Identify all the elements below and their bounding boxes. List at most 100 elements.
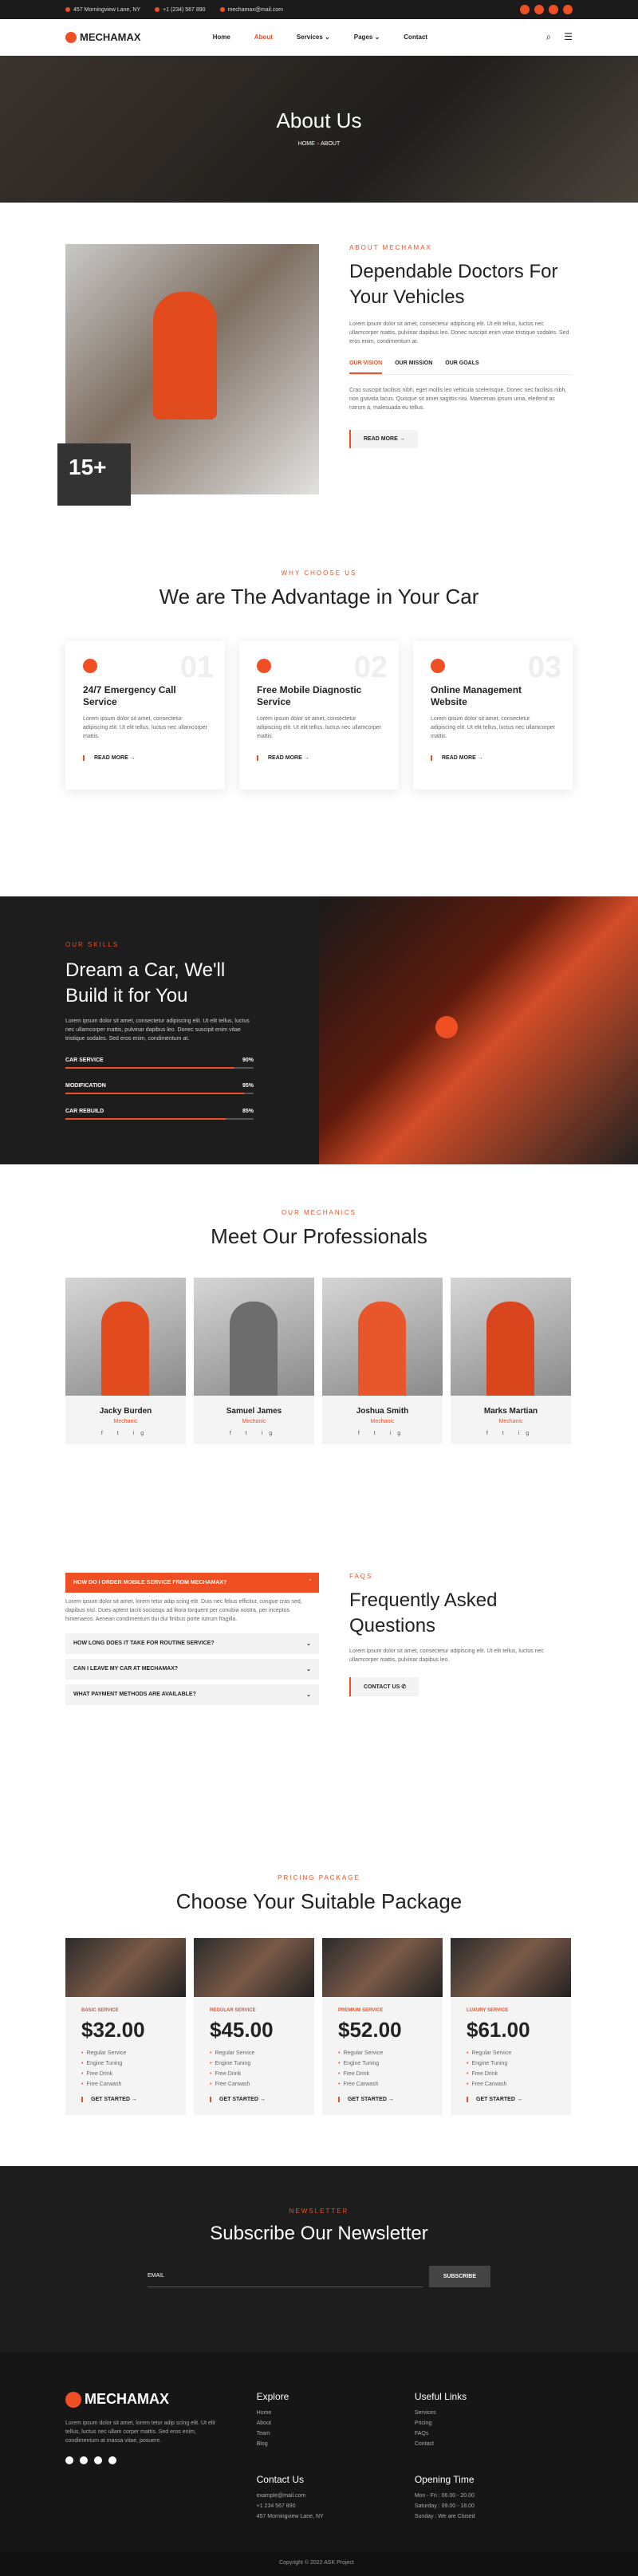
page-title: About Us [276,108,362,132]
instagram-icon[interactable] [563,5,573,14]
tab-vision[interactable]: OUR VISION [349,360,383,374]
instagram-icon[interactable] [108,2456,116,2464]
card-read-more[interactable]: READ MORE → [257,755,381,761]
plan-feature: Engine Tuning [467,2061,555,2066]
email-field[interactable]: EMAIL [148,2273,423,2287]
member-role: Mechanic [113,1419,138,1424]
member-figure [486,1302,534,1396]
footer-link[interactable]: About [257,2420,415,2426]
subscribe-button[interactable]: SUBSCRIBE [428,2266,490,2287]
plan-image [194,1938,314,1997]
get-started-button[interactable]: GET STARTED → [338,2097,427,2102]
team-members: Jacky Burden Mechanic f t ig Samuel James M… [65,1278,573,1444]
breadcrumb-home[interactable]: HOME [298,141,315,147]
card-link-label: READ MORE [94,755,128,761]
tab-goals[interactable]: OUR GOALS [445,360,478,374]
member-social[interactable]: f t ig [451,1431,571,1436]
contact-us-label: CONTACT US [364,1684,400,1690]
member-social[interactable]: f t ig [65,1431,186,1436]
skill-bar: CAR SERVICE 90% [65,1058,254,1069]
footer-link[interactable]: Services [415,2410,573,2416]
newsletter-eyebrow: NEWSLETTER [289,2208,349,2215]
youtube-icon[interactable] [94,2456,102,2464]
feature-cards: 01 24/7 Emergency Call Service Lorem ips… [65,641,573,790]
footer-link[interactable]: Pricing [415,2420,573,2426]
phone-info[interactable]: +1 (234) 567 890 [155,7,206,13]
youtube-icon[interactable] [549,5,558,14]
menu-icon[interactable]: ☰ [564,31,573,43]
faq-question[interactable]: CAN I LEAVE MY CAR AT MECHAMAX? ⌄ [65,1659,319,1680]
plan-price: $61.00 [467,2018,530,2042]
footer-link[interactable]: FAQs [415,2431,573,2436]
team-member: Samuel James Mechanic f t ig [194,1278,314,1444]
card-title: 24/7 Emergency Call Service [83,684,176,707]
skill-value: 95% [242,1083,254,1089]
facebook-icon[interactable] [65,2456,73,2464]
footer-logo-text: MECHAMAX [85,2391,169,2407]
facebook-icon[interactable] [520,5,530,14]
footer-link[interactable]: Team [257,2431,415,2436]
member-figure [230,1302,278,1396]
pricing-plan: PREMIUM SERVICE $52.00 Regular Service Engi… [322,1938,443,2115]
get-started-button[interactable]: GET STARTED → [210,2097,298,2102]
footer-link[interactable]: Blog [257,2441,415,2447]
faq-question-text: WHAT PAYMENT METHODS ARE AVAILABLE? [73,1692,196,1697]
plan-image [451,1938,571,1997]
contact-us-button[interactable]: CONTACT US ✆ [349,1677,419,1696]
play-video-button[interactable] [435,1016,458,1038]
faq-question[interactable]: HOW DO I ORDER MOBILE SERVICE FROM MECHA… [65,1573,319,1593]
plan-feature: Free Carwash [467,2082,555,2087]
member-social[interactable]: f t ig [322,1431,443,1436]
newsletter-section: NEWSLETTER Subscribe Our Newsletter EMAI… [0,2166,638,2353]
headset-icon [83,659,97,673]
hours-title: Opening Time [414,2474,475,2485]
email-info[interactable]: mechamax@mail.com [219,7,283,13]
skill-bar: CAR REBUILD 85% [65,1109,254,1120]
nav-pages[interactable]: Pages ⌄ [354,33,380,41]
why-title: We are The Advantage in Your Car [159,585,479,609]
faq-answer: Lorem ipsum dolor sit amet, lorem tetur … [65,1599,302,1622]
about-title: Dependable Doctors For Your Vehicles [349,261,558,308]
faq-content: FAQS Frequently Asked Questions Lorem ip… [349,1573,573,1834]
faq-question[interactable]: HOW LONG DOES IT TAKE FOR ROUTINE SERVIC… [65,1633,319,1654]
contact-title: Contact Us [256,2474,304,2485]
footer-social [65,2456,257,2464]
faq-question[interactable]: WHAT PAYMENT METHODS ARE AVAILABLE? ⌄ [65,1684,319,1705]
arrow-right-icon: → [399,436,405,442]
card-link-label: READ MORE [268,755,302,761]
logo[interactable]: MECHAMAX [65,31,141,43]
mail-icon [219,7,225,12]
plan-price: $45.00 [210,2018,274,2042]
pricing-section: PRICING PACKAGE Choose Your Suitable Pac… [0,1834,638,2166]
skills-section: OUR SKILLS Dream a Car, We'll Build it f… [0,896,638,1164]
card-read-more[interactable]: READ MORE → [83,755,207,761]
hours-item: Sunday : We are Closed [414,2514,475,2519]
nav-services[interactable]: Services ⌄ [297,33,330,41]
footer-link[interactable]: Home [257,2410,415,2416]
nav-about[interactable]: About [254,33,273,41]
card-read-more[interactable]: READ MORE → [431,755,555,761]
get-started-button[interactable]: GET STARTED → [467,2097,555,2102]
plan-price: $32.00 [81,2018,145,2042]
member-social[interactable]: f t ig [194,1431,314,1436]
card-number: 02 [353,651,388,684]
contact-email[interactable]: example@mail.com [257,2493,415,2499]
newsletter-title: Subscribe Our Newsletter [210,2223,428,2244]
footer-column: Explore Home About Team Blog Contact Us exa… [257,2391,415,2552]
twitter-icon[interactable] [534,5,544,14]
contact-phone[interactable]: +1 234 567 890 [257,2503,415,2509]
get-started-button[interactable]: GET STARTED → [81,2097,170,2102]
tab-mission[interactable]: OUR MISSION [395,360,432,374]
phone-icon [155,7,160,12]
footer-logo[interactable]: MECHAMAX [65,2391,257,2408]
nav-home[interactable]: Home [213,33,230,41]
skills-content: OUR SKILLS Dream a Car, We'll Build it f… [0,896,319,1164]
plan-tag: LUXURY SERVICE [467,2008,509,2013]
plan-feature: Regular Service [210,2050,298,2056]
footer: MECHAMAX Lorem ipsum dolor sit amet, lor… [0,2353,638,2552]
twitter-icon[interactable] [80,2456,88,2464]
nav-contact[interactable]: Contact [404,33,427,41]
footer-link[interactable]: Contact [415,2441,573,2447]
search-icon[interactable]: ⌕ [546,31,552,43]
read-more-button[interactable]: READ MORE → [349,430,418,448]
